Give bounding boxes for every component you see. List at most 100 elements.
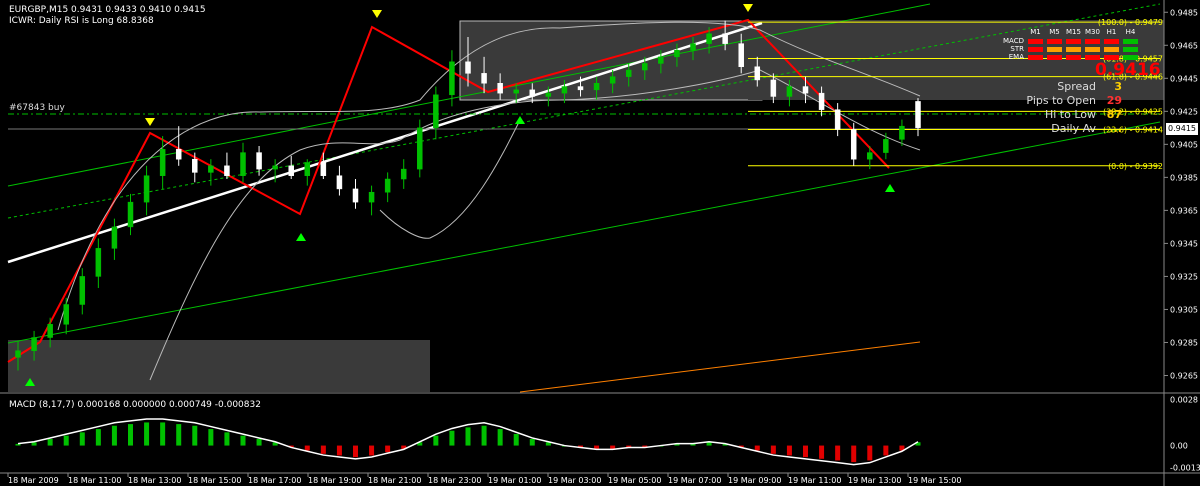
macd-bar xyxy=(256,438,262,446)
candle-body xyxy=(159,149,166,176)
candle-body xyxy=(15,350,21,358)
candle-body xyxy=(850,129,857,160)
macd-bar xyxy=(433,435,439,446)
timeframe-label: M5 xyxy=(1049,28,1060,36)
macd-tick-label: -0.00132 xyxy=(1170,463,1200,472)
candle-body xyxy=(690,43,696,51)
signal-cell xyxy=(1104,46,1119,52)
signal-cell xyxy=(1028,46,1043,52)
y-tick-label: 0.9405 xyxy=(1170,140,1198,149)
candle-body xyxy=(529,89,536,97)
price-chart[interactable]: (100.0) - 0.9479(61.8) - 0.9457(61.8) - … xyxy=(0,0,1200,486)
macd-bar xyxy=(47,438,53,446)
x-tick-label: 19 Mar 13:00 xyxy=(848,476,901,485)
signal-cell xyxy=(1066,46,1081,52)
y-tick-label: 0.9325 xyxy=(1170,272,1198,281)
macd-bar xyxy=(513,434,519,446)
signal-row: STR xyxy=(994,45,1138,53)
candle-body xyxy=(625,69,632,77)
macd-bar xyxy=(529,438,535,446)
candle-body xyxy=(63,304,69,325)
timeframe-label: H4 xyxy=(1125,28,1136,36)
x-tick-label: 18 Mar 15:00 xyxy=(188,476,241,485)
macd-bar xyxy=(224,432,230,446)
big-price: 0.9416 xyxy=(1095,60,1161,80)
macd-bar xyxy=(803,445,808,458)
macd-label: MACD (8,17,7) 0.000168 0.000000 0.000749… xyxy=(9,400,261,410)
signal-cell xyxy=(1066,54,1081,60)
hilo-stat: Hi to Low 87 xyxy=(1045,108,1122,121)
candle-body xyxy=(754,66,761,81)
candle-body xyxy=(642,63,648,71)
macd-bar xyxy=(819,445,825,459)
signal-row-label: EMA xyxy=(1008,53,1024,61)
macd-bar xyxy=(63,435,69,446)
y-tick-label: 0.9345 xyxy=(1170,239,1198,248)
candle-body xyxy=(240,152,246,176)
x-tick-label: 19 Mar 03:00 xyxy=(548,476,601,485)
candle-body xyxy=(786,86,793,97)
signal-row-label: MACD xyxy=(1003,37,1024,45)
signal-cell xyxy=(1123,46,1138,52)
chart-window[interactable]: (100.0) - 0.9479(61.8) - 0.9457(61.8) - … xyxy=(0,0,1200,486)
candle-body xyxy=(288,165,294,176)
signal-cell xyxy=(1104,38,1119,44)
signal-panel: M1 M5 M15 M30 H1 H4 MACD STR EMA xyxy=(994,28,1138,62)
macd-bar xyxy=(144,422,150,446)
macd-bar xyxy=(111,425,117,446)
signal-row: MACD xyxy=(994,37,1138,45)
hilo-value: 87 xyxy=(1106,108,1122,121)
signal-cell xyxy=(1028,38,1043,44)
signal-cell xyxy=(1123,54,1138,60)
candle-body xyxy=(449,61,455,96)
x-tick-label: 19 Mar 15:00 xyxy=(908,476,961,485)
macd-bar xyxy=(240,435,246,446)
candle-body xyxy=(31,337,37,351)
candle-body xyxy=(208,165,214,173)
candle-body xyxy=(561,86,568,94)
signal-cell xyxy=(1085,38,1100,44)
candle-body xyxy=(368,191,375,203)
order-label[interactable]: #67843 buy xyxy=(9,103,65,113)
timeframe-label: H1 xyxy=(1106,28,1117,36)
candle-body xyxy=(497,83,503,94)
candle-body xyxy=(577,86,584,91)
candle-body xyxy=(770,79,777,97)
candle-body xyxy=(513,89,519,94)
macd-bar xyxy=(883,445,889,456)
macd-bar xyxy=(449,430,455,446)
y-tick-label: 0.9285 xyxy=(1170,338,1198,347)
y-tick-label: 0.9485 xyxy=(1170,8,1198,17)
spread-stat: Spread 3 xyxy=(1057,80,1122,93)
candle-body xyxy=(320,162,327,176)
candle-body xyxy=(481,73,487,84)
macd-bar xyxy=(160,422,166,446)
macd-bar xyxy=(176,424,182,446)
x-tick-label: 19 Mar 07:00 xyxy=(668,476,721,485)
y-tick-label: 0.9385 xyxy=(1170,173,1198,182)
y-tick-label: 0.9265 xyxy=(1170,371,1198,380)
candle-body xyxy=(400,168,407,180)
timeframe-label: M15 xyxy=(1066,28,1081,36)
macd-bar xyxy=(336,445,342,456)
y-tick-label: 0.9425 xyxy=(1170,107,1198,116)
candle-body xyxy=(834,109,841,130)
candle-body xyxy=(915,101,921,129)
candle-body xyxy=(658,56,664,64)
signal-cell xyxy=(1066,38,1081,44)
x-tick-label: 18 Mar 21:00 xyxy=(368,476,421,485)
pips-label: Pips to Open xyxy=(1026,94,1096,107)
candle-body xyxy=(192,158,198,173)
candle-body xyxy=(47,324,53,338)
candle-body xyxy=(867,152,873,160)
candle-body xyxy=(706,33,712,44)
candle-body xyxy=(111,226,118,249)
macd-bar xyxy=(610,445,616,449)
candle-body xyxy=(224,165,230,176)
candle-body xyxy=(545,92,552,97)
macd-bar xyxy=(706,442,712,446)
candle-body xyxy=(79,276,86,305)
pips-value: 29 xyxy=(1106,94,1122,107)
macd-bar xyxy=(385,445,391,453)
y-tick-label: 0.9465 xyxy=(1170,41,1198,50)
